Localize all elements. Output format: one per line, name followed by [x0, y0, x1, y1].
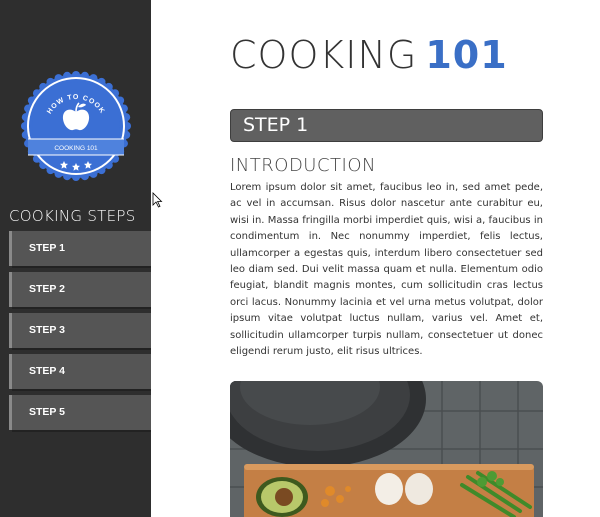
cooking-ingredients-photo: [230, 381, 543, 517]
sidebar: HOW TO COOK COOKING 101 COOKING STEPS ST…: [0, 0, 151, 517]
sidebar-item-step-2[interactable]: STEP 2: [9, 272, 151, 309]
section-title: INTRODUCTION: [230, 155, 376, 176]
sidebar-item-step-5[interactable]: STEP 5: [9, 395, 151, 432]
cooking-badge-logo: HOW TO COOK COOKING 101: [20, 70, 132, 182]
mouse-cursor-icon: [152, 192, 163, 208]
current-step-bar: STEP 1: [230, 109, 543, 142]
page-title: COOKING 101: [230, 33, 508, 77]
sidebar-item-step-4[interactable]: STEP 4: [9, 354, 151, 391]
sidebar-item-step-3[interactable]: STEP 3: [9, 313, 151, 350]
badge-ribbon-text: COOKING 101: [54, 145, 98, 152]
sidebar-item-step-1[interactable]: STEP 1: [9, 231, 151, 268]
step-nav: STEP 1 STEP 2 STEP 3 STEP 4 STEP 5: [9, 231, 151, 436]
steps-heading: COOKING STEPS: [9, 207, 136, 225]
title-prefix: COOKING: [230, 33, 418, 77]
intro-paragraph: Lorem ipsum dolor sit amet, faucibus leo…: [230, 182, 543, 358]
title-accent: 101: [425, 33, 508, 77]
